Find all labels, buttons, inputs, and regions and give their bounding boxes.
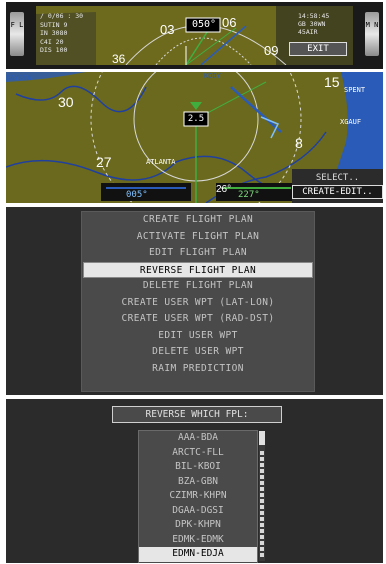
heading-readout: 050°	[191, 19, 217, 30]
compass-03: 03	[160, 22, 175, 37]
aircraft-value: 2.5	[187, 114, 205, 124]
fpl-list-item[interactable]: ARCTC-FLL	[139, 446, 257, 461]
left-readouts: / 0/06 : 30 SUTIN 9 IN 3080 C4I 20 DIS 1…	[40, 12, 83, 55]
fpl-list-item[interactable]: EDMN-EDJA	[139, 547, 257, 562]
fpl-list-item[interactable]: DGAA-DGSI	[139, 504, 257, 519]
fpl-scrollbar[interactable]	[259, 431, 265, 561]
fpl-list-item[interactable]: DPK-KHPN	[139, 518, 257, 533]
top-map-screen: 050° 03 06 09 36 / 0/06 : 30 SUTIN 9 IN …	[36, 6, 353, 65]
menu-item[interactable]: DELETE FLIGHT PLAN	[82, 278, 314, 295]
menu-item[interactable]: DELETE USER WPT	[82, 344, 314, 361]
fpl-list-item[interactable]: CZIMR-KHPN	[139, 489, 257, 504]
scroll-track-dot	[260, 547, 264, 551]
right-knob-label: M N	[365, 21, 379, 29]
scroll-track-dot	[260, 529, 264, 533]
menu-item[interactable]: EDIT FLIGHT PLAN	[82, 245, 314, 262]
right-readout-3: 45AIR	[298, 28, 318, 36]
menu-item[interactable]: CREATE USER WPT (LAT-LON)	[82, 295, 314, 312]
right-readout-1: 14:58:45	[298, 12, 330, 20]
reverse-fpl-title: REVERSE WHICH FPL:	[112, 406, 282, 423]
place-kdoy: KDOY	[204, 72, 221, 80]
scroll-track-dot	[260, 553, 264, 557]
exit-button[interactable]: EXIT	[289, 42, 347, 56]
place-atlanta: ATLANTA	[146, 158, 176, 166]
range-ring-15: 15	[324, 74, 340, 90]
scroll-track-dot	[260, 493, 264, 497]
scroll-thumb[interactable]	[259, 431, 265, 445]
menu-item[interactable]: RAIM PREDICTION	[82, 361, 314, 378]
range-label: 36	[112, 52, 126, 65]
scroll-track-dot	[260, 535, 264, 539]
left-readout-1: / 0/06 : 30	[40, 12, 84, 20]
place-xgauf: XGAUF	[340, 118, 362, 126]
main-map[interactable]: 30 27 15 8 26° BAYSTA KDOY SPENT ATLANTA…	[6, 72, 383, 203]
scroll-track-dot	[260, 481, 264, 485]
left-knob-label: F L	[10, 21, 24, 29]
left-readout-2: SUTIN 9	[40, 20, 68, 29]
scroll-track-dot	[260, 499, 264, 503]
right-bearing-readout: 227°	[238, 190, 260, 200]
left-bearing-readout: 005°	[126, 190, 148, 200]
left-readout-5: DIS 100	[40, 46, 68, 54]
scroll-track-dot	[260, 487, 264, 491]
place-baysta: BAYSTA	[6, 74, 32, 82]
create-edit-menu-panel: CREATE FLIGHT PLAN ACTIVATE FLIGHT PLAN ED…	[6, 207, 383, 395]
right-readout-2: GB 30WN	[298, 20, 326, 28]
range-ring-26: 26°	[216, 184, 232, 195]
fpl-list-item[interactable]: BZA-GBN	[139, 475, 257, 490]
create-edit-softkey[interactable]: CREATE-EDIT..	[292, 185, 383, 199]
scroll-track-dot	[260, 517, 264, 521]
place-spent: SPENT	[344, 86, 366, 94]
range-ring-8: 8	[295, 135, 303, 151]
select-softkey[interactable]: SELECT..	[292, 171, 383, 185]
reverse-fpl-panel: REVERSE WHICH FPL: AAA-BDA ARCTC-FLL BIL-K…	[6, 399, 383, 563]
range-ring-27: 27	[96, 154, 112, 170]
fpl-list-item[interactable]: AAA-BDA	[139, 431, 257, 446]
menu-item[interactable]: ACTIVATE FLIGHT PLAN	[82, 229, 314, 246]
menu-item[interactable]: CREATE USER WPT (RAD-DST)	[82, 311, 314, 328]
fpl-listbox: AAA-BDA ARCTC-FLL BIL-KBOI BZA-GBN CZIMR-KHP…	[138, 430, 258, 563]
right-readouts: 14:58:45 GB 30WN 45AIR	[298, 12, 329, 36]
menu-item[interactable]: REVERSE FLIGHT PLAN	[83, 261, 313, 278]
left-readout-4: C4I 20	[40, 37, 64, 46]
scroll-track-dot	[260, 457, 264, 461]
compass-09: 09	[264, 43, 279, 58]
scroll-track-dot	[260, 463, 264, 467]
softkey-panel: SELECT.. CREATE-EDIT..	[292, 169, 383, 203]
scroll-track-dot	[260, 469, 264, 473]
menu-item[interactable]: CREATE FLIGHT PLAN	[82, 212, 314, 229]
fpl-list-item[interactable]: BIL-KBOI	[139, 460, 257, 475]
create-edit-menu: CREATE FLIGHT PLAN ACTIVATE FLIGHT PLAN ED…	[81, 211, 315, 392]
scroll-track-dot	[260, 541, 264, 545]
right-knob[interactable]: M N	[365, 12, 379, 56]
compass-06: 06	[222, 15, 237, 30]
left-knob[interactable]: F L	[10, 12, 24, 56]
range-ring-30: 30	[58, 94, 74, 110]
left-readout-3: IN 3080	[40, 29, 68, 37]
scroll-track-dot	[260, 451, 264, 455]
scroll-track-dot	[260, 505, 264, 509]
scroll-track-dot	[260, 475, 264, 479]
scroll-track-dot	[260, 523, 264, 527]
menu-item[interactable]: EDIT USER WPT	[82, 328, 314, 345]
fpl-list-item[interactable]: EDMK-EDMK	[139, 533, 257, 548]
scroll-track-dot	[260, 511, 264, 515]
top-map-strip: F L M N 050° 03 06 09 36 / 0/06 : 30 SUT…	[6, 2, 383, 69]
